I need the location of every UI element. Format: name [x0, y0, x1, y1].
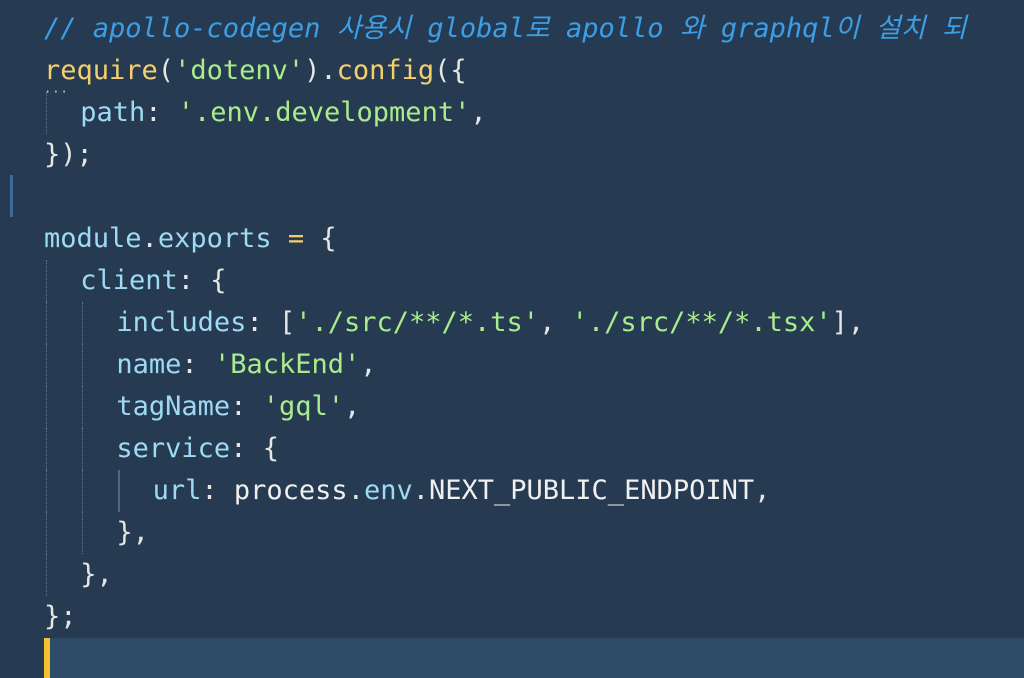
- code-token: url: [152, 475, 202, 506]
- line-content: client: {: [44, 265, 227, 296]
- line-content: path: '.env.development',: [44, 97, 487, 128]
- code-line[interactable]: };: [44, 596, 1024, 638]
- line-content: },: [44, 559, 113, 590]
- code-token: ,: [343, 391, 361, 422]
- code-token: require: [44, 55, 158, 86]
- code-line[interactable]: url: process.env.NEXT_PUBLIC_ENDPOINT,: [44, 470, 1024, 512]
- code-line[interactable]: });: [44, 134, 1024, 176]
- line-content: name: 'BackEnd',: [44, 349, 377, 380]
- code-token: :: [181, 349, 214, 380]
- code-token: .: [141, 223, 158, 254]
- code-token: 'dotenv': [174, 55, 305, 86]
- code-token: config: [336, 55, 435, 86]
- line-content: };: [44, 601, 77, 632]
- code-line[interactable]: includes: ['./src/**/*.ts', './src/**/*.…: [44, 302, 1024, 344]
- code-token: };: [44, 601, 77, 632]
- code-token: ,: [470, 97, 487, 128]
- code-line[interactable]: // apollo-codegen 사용시 global로 apollo 와 g…: [44, 8, 1024, 50]
- code-line[interactable]: module.exports = {: [44, 218, 1024, 260]
- code-token: tagName: [116, 391, 231, 422]
- line-content: // apollo-codegen 사용시 global로 apollo 와 g…: [44, 13, 967, 44]
- current-line[interactable]: [44, 638, 1024, 678]
- code-token: ],: [831, 307, 865, 338]
- code-token: env: [363, 475, 413, 506]
- code-token: ,: [360, 349, 377, 380]
- line-content: tagName: 'gql',: [44, 391, 360, 422]
- code-token: },: [80, 559, 113, 590]
- code-token: includes: [116, 307, 247, 338]
- editor-gutter: [0, 0, 44, 678]
- code-token: .: [412, 475, 429, 506]
- code-token: NEXT_PUBLIC_ENDPOINT: [429, 475, 755, 506]
- line-content: },: [44, 517, 149, 548]
- code-line[interactable]: require('dotenv').config({: [44, 50, 1024, 92]
- code-token: },: [116, 517, 149, 548]
- code-token: './src/**/*.tsx': [571, 307, 832, 338]
- code-token: ,: [539, 307, 572, 338]
- code-line[interactable]: client: {: [44, 260, 1024, 302]
- modified-line-marker: [10, 175, 13, 217]
- code-token: './src/**/*.ts': [295, 307, 540, 338]
- code-token: exports: [157, 223, 272, 254]
- code-token: (: [157, 55, 175, 86]
- code-token: =: [287, 223, 305, 254]
- code-token: :: [145, 97, 178, 128]
- code-token: 'BackEnd': [213, 349, 361, 380]
- code-line[interactable]: path: '.env.development',: [44, 92, 1024, 134]
- code-token: ,: [754, 475, 771, 506]
- code-token: : [: [246, 307, 296, 338]
- code-token: :: [230, 391, 263, 422]
- code-line[interactable]: },: [44, 554, 1024, 596]
- code-token: '.env.development': [177, 97, 471, 128]
- line-content: });: [44, 139, 93, 170]
- line-content: url: process.env.NEXT_PUBLIC_ENDPOINT,: [44, 475, 771, 506]
- code-editor[interactable]: ··· // apollo-codegen 사용시 global로 apollo…: [0, 0, 1024, 678]
- code-token: ({: [434, 55, 467, 86]
- code-token: ).: [304, 55, 337, 86]
- code-token: {: [304, 223, 337, 254]
- code-token: module: [44, 223, 142, 254]
- code-lines[interactable]: // apollo-codegen 사용시 global로 apollo 와 g…: [44, 8, 1024, 678]
- line-content: require('dotenv').config({: [44, 55, 467, 86]
- code-token: path: [80, 97, 146, 128]
- code-token: client: [80, 265, 178, 296]
- code-token: name: [116, 349, 182, 380]
- code-token: process: [233, 475, 348, 506]
- code-token: : {: [177, 265, 227, 296]
- code-line[interactable]: name: 'BackEnd',: [44, 344, 1024, 386]
- code-token: // apollo-codegen 사용시 global로 apollo 와 g…: [44, 13, 967, 44]
- line-content: service: {: [44, 433, 279, 464]
- code-token: 'gql': [262, 391, 344, 422]
- code-token: .: [347, 475, 364, 506]
- code-line[interactable]: tagName: 'gql',: [44, 386, 1024, 428]
- text-cursor: [44, 638, 50, 678]
- code-line[interactable]: service: {: [44, 428, 1024, 470]
- code-line[interactable]: [44, 176, 1024, 218]
- line-content: includes: ['./src/**/*.ts', './src/**/*.…: [44, 307, 864, 338]
- code-token: service: [116, 433, 231, 464]
- code-token: : {: [230, 433, 279, 464]
- code-token: :: [201, 475, 234, 506]
- line-content: module.exports = {: [44, 223, 337, 254]
- code-line[interactable]: },: [44, 512, 1024, 554]
- code-token: });: [44, 139, 93, 170]
